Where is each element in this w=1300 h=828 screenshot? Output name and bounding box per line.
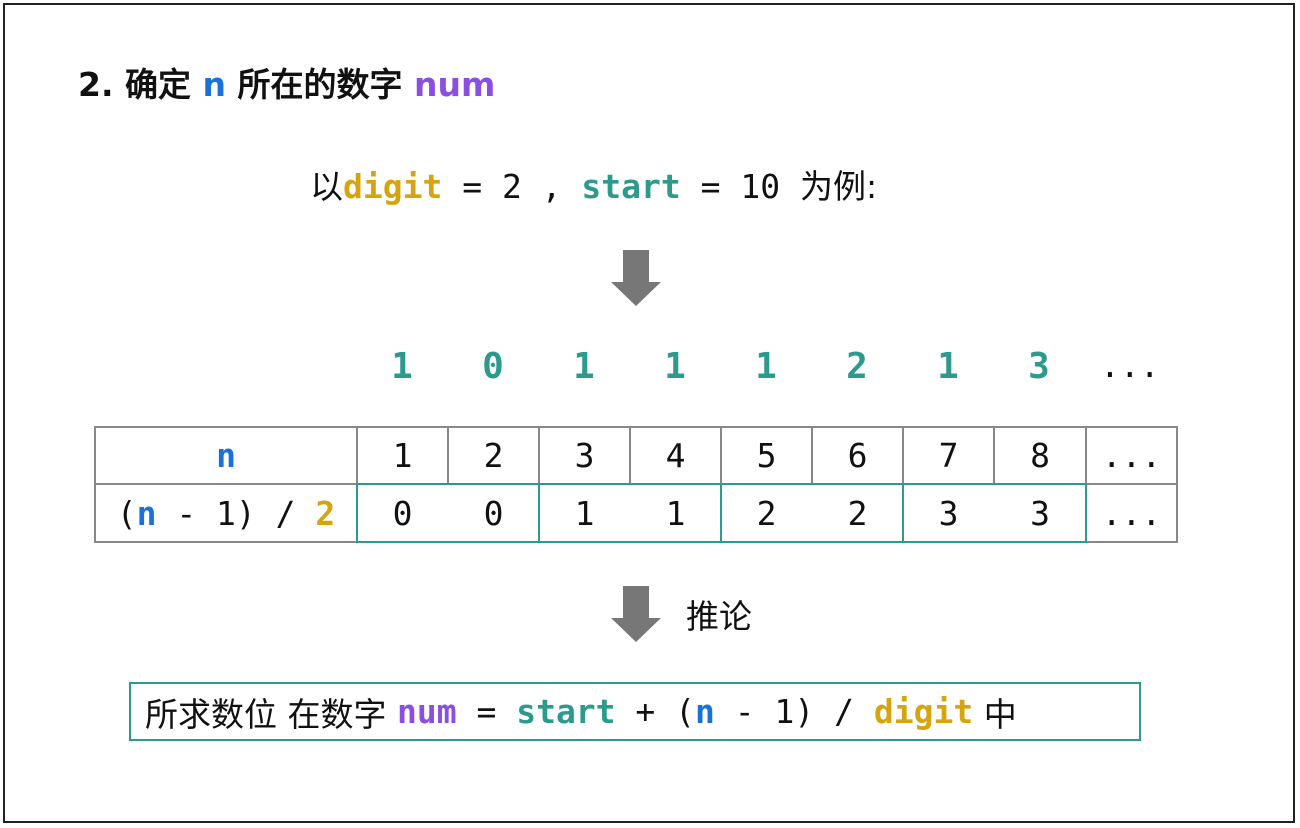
row-header-n: n bbox=[216, 436, 236, 475]
table-cell: 1 bbox=[665, 493, 686, 533]
sequence-digit: 0 bbox=[482, 346, 504, 387]
header-mid: - 1) / bbox=[156, 493, 316, 533]
title-var-num: num bbox=[413, 65, 496, 104]
table-cell: 6 bbox=[847, 436, 868, 475]
result-formula: 所求数位 在数字 num = start + (n - 1) / digit 中 bbox=[129, 682, 1141, 741]
example-line: 以digit = 2 , start = 10 为例: bbox=[310, 160, 877, 208]
table-ellipsis: ... bbox=[1101, 493, 1162, 533]
formula-digit: digit bbox=[873, 692, 974, 731]
formula-eq: = bbox=[456, 692, 517, 731]
formula-start: start bbox=[516, 692, 616, 731]
sequence-digit: 1 bbox=[573, 346, 595, 387]
header-n: n bbox=[136, 493, 157, 533]
table-cell: 7 bbox=[938, 436, 959, 475]
title-middle: 所在的数字 bbox=[225, 65, 414, 104]
table-cell: 2 bbox=[483, 436, 504, 475]
formula-num: num bbox=[396, 692, 457, 731]
example-prefix: 以 bbox=[310, 167, 343, 206]
table-cell: 5 bbox=[756, 436, 777, 475]
down-arrow-icon bbox=[611, 586, 661, 644]
example-start-eq: = 10 bbox=[680, 167, 800, 206]
sequence-digit: 1 bbox=[391, 346, 413, 387]
inference-label: 推论 bbox=[686, 597, 752, 636]
table-cell: 3 bbox=[938, 493, 959, 533]
header-paren: ( bbox=[116, 493, 137, 533]
example-digit-eq: = 2 , bbox=[442, 167, 582, 206]
sequence-digit: 1 bbox=[937, 346, 959, 387]
row-header-formula: (n - 1) / 2 bbox=[96, 485, 356, 541]
table-cell: 0 bbox=[483, 493, 504, 533]
sequence-digit: 1 bbox=[664, 346, 686, 387]
table-cell: 1 bbox=[574, 493, 595, 533]
table-cell: 8 bbox=[1030, 436, 1050, 475]
down-arrow-icon bbox=[611, 250, 661, 308]
table-cell: 2 bbox=[847, 493, 868, 533]
table-cell: 3 bbox=[1030, 493, 1050, 533]
example-suffix: 为例: bbox=[799, 167, 878, 206]
header-two: 2 bbox=[315, 493, 336, 533]
formula-prefix: 所求数位 在数字 bbox=[145, 694, 397, 734]
example-start: start bbox=[581, 167, 681, 206]
formula-minus: - 1) / bbox=[714, 692, 874, 731]
table-cell: 2 bbox=[756, 493, 777, 533]
table-cell: 3 bbox=[574, 436, 595, 475]
sequence-digit: 2 bbox=[846, 346, 868, 387]
example-digit: digit bbox=[343, 167, 443, 206]
formula-suffix: 中 bbox=[973, 694, 1017, 734]
formula-n: n bbox=[695, 692, 715, 731]
title-prefix: 2. 确定 bbox=[78, 65, 203, 104]
formula-plus: + ( bbox=[615, 692, 696, 731]
table-ellipsis: ... bbox=[1101, 436, 1162, 475]
sequence-ellipsis: ... bbox=[1100, 346, 1160, 385]
table-cell: 4 bbox=[665, 436, 686, 475]
table-cell: 0 bbox=[392, 493, 413, 533]
table-cell: 1 bbox=[392, 436, 413, 475]
section-title: 2. 确定 n 所在的数字 num bbox=[78, 58, 495, 106]
sequence-digit: 3 bbox=[1028, 346, 1050, 387]
title-var-n: n bbox=[202, 65, 226, 104]
sequence-digit: 1 bbox=[755, 346, 777, 387]
